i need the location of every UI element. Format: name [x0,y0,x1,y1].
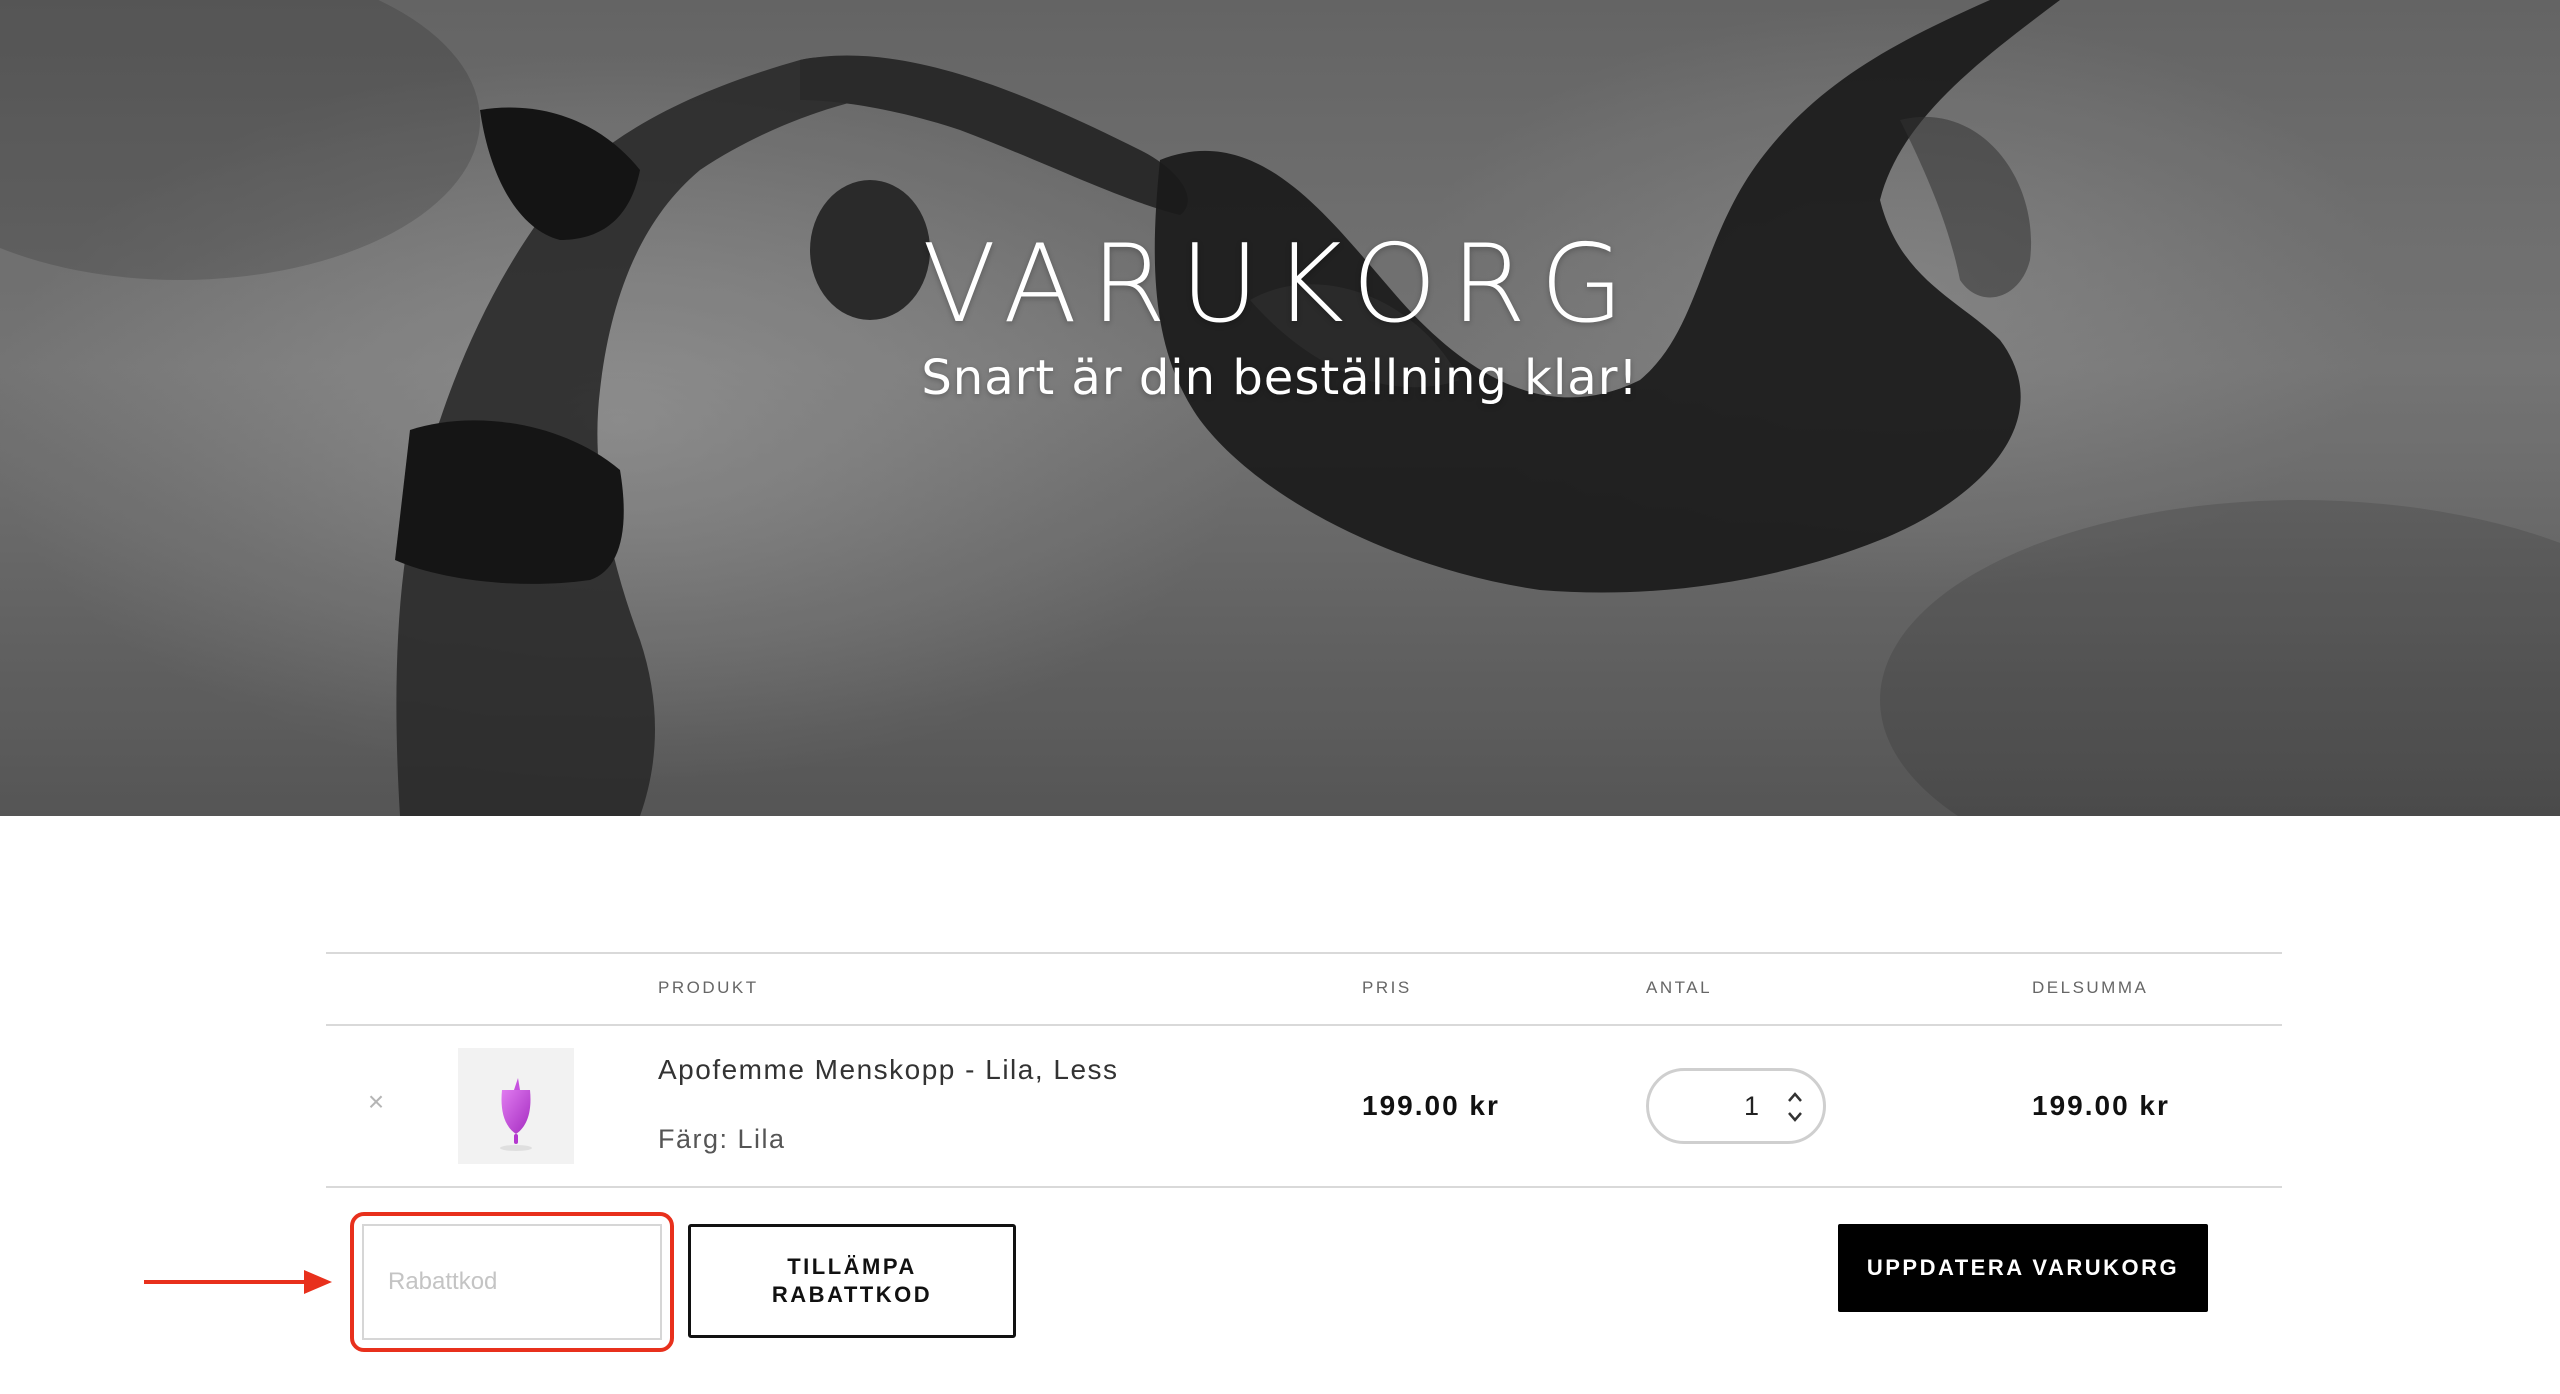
table-bottom-divider [326,1186,2282,1188]
arrow-right-icon [144,1270,332,1294]
column-header-price: PRIS [1362,978,1412,997]
coupon-code-input[interactable] [362,1224,662,1340]
column-header-product: PRODUKT [658,978,759,997]
column-header-subtotal: DELSUMMA [2032,978,2149,997]
spinner-arrows-icon[interactable] [1785,1087,1805,1127]
hero-banner: VARUKORG Snart är din beställning klar! [0,0,2560,816]
dancer-photo [0,0,2560,816]
item-price: 199.00 kr [1362,1090,1500,1121]
menstrual-cup-icon [500,1078,532,1151]
table-top-divider [326,952,2282,954]
product-thumbnail[interactable] [458,1048,574,1164]
page-subtitle: Snart är din beställning klar! [921,350,1639,406]
apply-coupon-button[interactable]: TILLÄMPA RABATTKOD [688,1224,1016,1338]
page-title: VARUKORG [922,222,1638,347]
update-cart-button[interactable]: UPPDATERA VARUKORG [1838,1224,2208,1312]
product-variant: Färg: Lila [658,1124,786,1154]
column-header-quantity: ANTAL [1646,978,1713,997]
quantity-stepper[interactable]: 1 [1646,1068,1826,1144]
remove-item-icon[interactable]: × [362,1088,390,1116]
quantity-value[interactable]: 1 [1649,1091,1759,1122]
item-subtotal: 199.00 kr [2032,1090,2170,1121]
table-header-divider [326,1024,2282,1026]
apply-coupon-label: TILLÄMPA RABATTKOD [771,1254,933,1307]
product-name-link[interactable]: Apofemme Menskopp - Lila, Less [658,1054,1119,1086]
